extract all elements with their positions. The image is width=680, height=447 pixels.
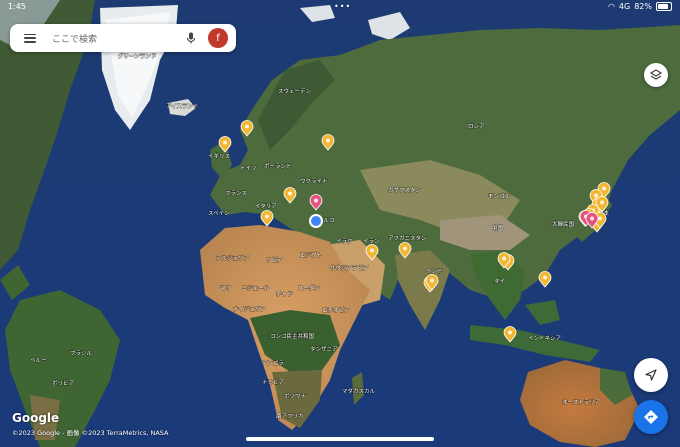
directions-icon	[644, 410, 658, 424]
label-angola: アンゴラ	[262, 359, 284, 367]
battery-percent: 82%	[634, 2, 652, 11]
navigation-arrow-icon	[645, 369, 657, 381]
label-tanzania: タンザニア	[310, 345, 338, 353]
label-libya: リビア	[266, 256, 283, 264]
label-iran: イラン	[363, 238, 380, 245]
layers-button[interactable]	[644, 63, 668, 87]
my-location-button[interactable]	[634, 358, 668, 392]
label-france: フランス	[225, 190, 247, 197]
label-namibia: ナミビア	[262, 378, 285, 386]
status-indicators: ◠ 4G 82%	[608, 2, 672, 11]
directions-button[interactable]	[634, 400, 668, 434]
battery-icon	[656, 2, 672, 11]
label-china: 中国	[492, 224, 504, 232]
map-attribution: ©2023 Google - 画像 ©2023 TerraMetrics, NA…	[12, 429, 169, 437]
label-indonesia: インドネシア	[528, 335, 562, 342]
label-botswana: ボツワナ	[284, 392, 307, 400]
label-algeria: アルジェリア	[216, 255, 249, 262]
label-drc: コンゴ民主共和国	[270, 332, 315, 340]
menu-icon[interactable]	[24, 33, 36, 43]
label-bolivia: ボリビア	[52, 379, 75, 387]
label-uk: イギリス	[208, 153, 230, 160]
label-niger: ニジェール	[242, 285, 270, 292]
home-indicator[interactable]	[246, 437, 434, 441]
label-australia: オーストラリア	[562, 399, 601, 406]
label-iceland: アイスランド	[166, 103, 199, 110]
signal-label: 4G	[618, 2, 631, 11]
satellite-map[interactable]: グリーンランド アイスランド スウェーデン イギリス ドイツ ポーランド ウクラ…	[0, 0, 680, 447]
current-location-dot[interactable]	[309, 214, 323, 228]
label-ukraine: ウクライナ	[300, 177, 328, 185]
label-iraq: イラク	[336, 238, 353, 245]
label-madagascar: マダガスカル	[342, 387, 376, 395]
label-sudan: スーダン	[298, 284, 321, 292]
status-time: 1:45	[8, 2, 26, 11]
label-korea: 大韓民国	[552, 220, 575, 228]
google-logo: Google	[12, 411, 60, 425]
label-italy: イタリア	[255, 202, 277, 210]
search-input[interactable]: ここで検索	[52, 32, 184, 45]
multitask-dots[interactable]: •••	[334, 2, 351, 11]
label-nigeria: ナイジェリア	[233, 306, 267, 313]
label-germany: ドイツ	[240, 166, 257, 172]
layers-icon	[649, 69, 663, 80]
label-southafrica: 南アフリカ	[276, 412, 304, 420]
wifi-icon: ◠	[607, 2, 615, 11]
search-bar[interactable]: ここで検索 f	[10, 24, 236, 52]
label-india: インド	[426, 269, 443, 275]
label-mali: マリ	[220, 285, 231, 292]
label-kazakhstan: カザフスタン	[388, 186, 422, 194]
mic-icon[interactable]	[184, 31, 198, 45]
account-avatar[interactable]: f	[208, 28, 228, 48]
label-saudi: サウジアラビア	[330, 264, 369, 272]
label-sweden: スウェーデン	[278, 87, 312, 95]
label-peru: ペルー	[30, 357, 47, 364]
label-mongolia: モンゴル	[488, 192, 511, 200]
label-greenland: グリーンランド	[118, 52, 156, 60]
label-ethiopia: エチオピア	[322, 307, 350, 314]
label-poland: ポーランド	[264, 163, 292, 170]
label-afghanistan: アフガニスタン	[388, 234, 427, 242]
label-thailand: タイ	[494, 277, 505, 285]
label-spain: スペイン	[208, 210, 230, 217]
label-chad: チャド	[276, 291, 292, 298]
label-russia: ロシア	[468, 123, 485, 130]
label-egypt: エジプト	[300, 252, 322, 259]
label-brazil: ブラジル	[70, 349, 92, 357]
